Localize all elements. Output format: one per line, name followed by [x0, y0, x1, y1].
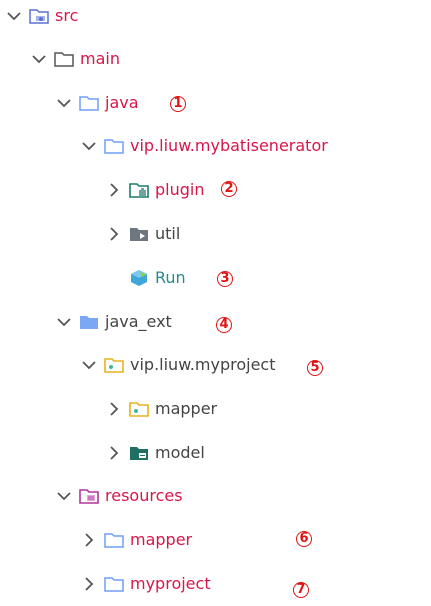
folder-icon	[104, 531, 124, 549]
tree-node-label: resources	[105, 486, 183, 505]
tree-node-label: java	[105, 93, 139, 112]
tree-node-label: src	[55, 6, 79, 25]
tree-node-package[interactable]: vip.liuw.mybatisenerator	[80, 132, 328, 160]
chevron-down-icon[interactable]	[80, 137, 98, 155]
tree-node-label: java_ext	[105, 312, 172, 331]
annotation-badge: 2	[221, 181, 237, 197]
chevron-right-icon[interactable]	[105, 181, 123, 199]
annotation-badge: 7	[293, 582, 309, 598]
tree-node-label: mapper	[155, 399, 218, 418]
generated-package-icon	[104, 356, 124, 374]
tree-node-label: util	[155, 224, 181, 243]
tree-node-model[interactable]: model	[105, 439, 205, 467]
tree-node-label: vip.liuw.mybatisenerator	[130, 136, 328, 155]
source-folder-icon	[79, 313, 99, 331]
tree-node-label: mapper	[130, 530, 193, 549]
chevron-right-icon[interactable]	[105, 444, 123, 462]
chevron-down-icon[interactable]	[55, 313, 73, 331]
folder-icon	[104, 575, 124, 593]
package-icon	[129, 225, 149, 243]
annotation-badge: 4	[216, 317, 232, 333]
chevron-down-icon[interactable]	[5, 7, 23, 25]
generated-package-icon	[129, 400, 149, 418]
chevron-right-icon[interactable]	[80, 531, 98, 549]
tree-node-java-ext[interactable]: java_ext	[55, 308, 172, 336]
tree-node-main[interactable]: main	[30, 45, 120, 73]
package-folder-icon	[104, 137, 124, 155]
tree-node-resources[interactable]: resources	[55, 482, 183, 510]
source-folder-icon	[79, 94, 99, 112]
chevron-down-icon[interactable]	[55, 487, 73, 505]
tree-node-util[interactable]: util	[105, 220, 180, 248]
chevron-right-icon[interactable]	[105, 225, 123, 243]
annotation-badge: 6	[296, 531, 312, 547]
tree-node-myproject[interactable]: myproject	[80, 570, 211, 598]
tree-node-label: model	[155, 443, 205, 462]
annotation-badge: 1	[170, 96, 186, 112]
tree-node-label: myproject	[130, 574, 211, 593]
annotation-badge: 3	[217, 271, 233, 287]
run-class-icon	[129, 269, 149, 287]
tree-node-src[interactable]: src	[5, 2, 78, 30]
plugin-package-icon	[129, 181, 149, 199]
project-tree: src main java 1 vip.liuw.mybatisenerator…	[0, 0, 431, 606]
chevron-right-icon[interactable]	[105, 400, 123, 418]
annotation-badge: 5	[307, 360, 323, 376]
tree-node-mapper-folder[interactable]: mapper	[80, 526, 192, 554]
tree-node-package[interactable]: vip.liuw.myproject	[80, 351, 275, 379]
tree-node-mapper-package[interactable]: mapper	[105, 395, 217, 423]
tree-node-run[interactable]: Run	[105, 264, 186, 292]
tree-node-label: main	[80, 49, 120, 68]
chevron-down-icon[interactable]	[30, 50, 48, 68]
tree-node-label: plugin	[155, 180, 205, 199]
tree-node-plugin[interactable]: plugin	[105, 176, 204, 204]
chevron-down-icon[interactable]	[55, 94, 73, 112]
folder-icon	[54, 50, 74, 68]
tree-node-label: vip.liuw.myproject	[130, 355, 276, 374]
tree-node-label: Run	[155, 268, 186, 287]
source-root-folder-icon	[29, 7, 49, 25]
resources-folder-icon	[79, 487, 99, 505]
chevron-down-icon[interactable]	[80, 356, 98, 374]
model-package-icon	[129, 444, 149, 462]
chevron-right-icon[interactable]	[80, 575, 98, 593]
tree-node-java[interactable]: java	[55, 89, 139, 117]
